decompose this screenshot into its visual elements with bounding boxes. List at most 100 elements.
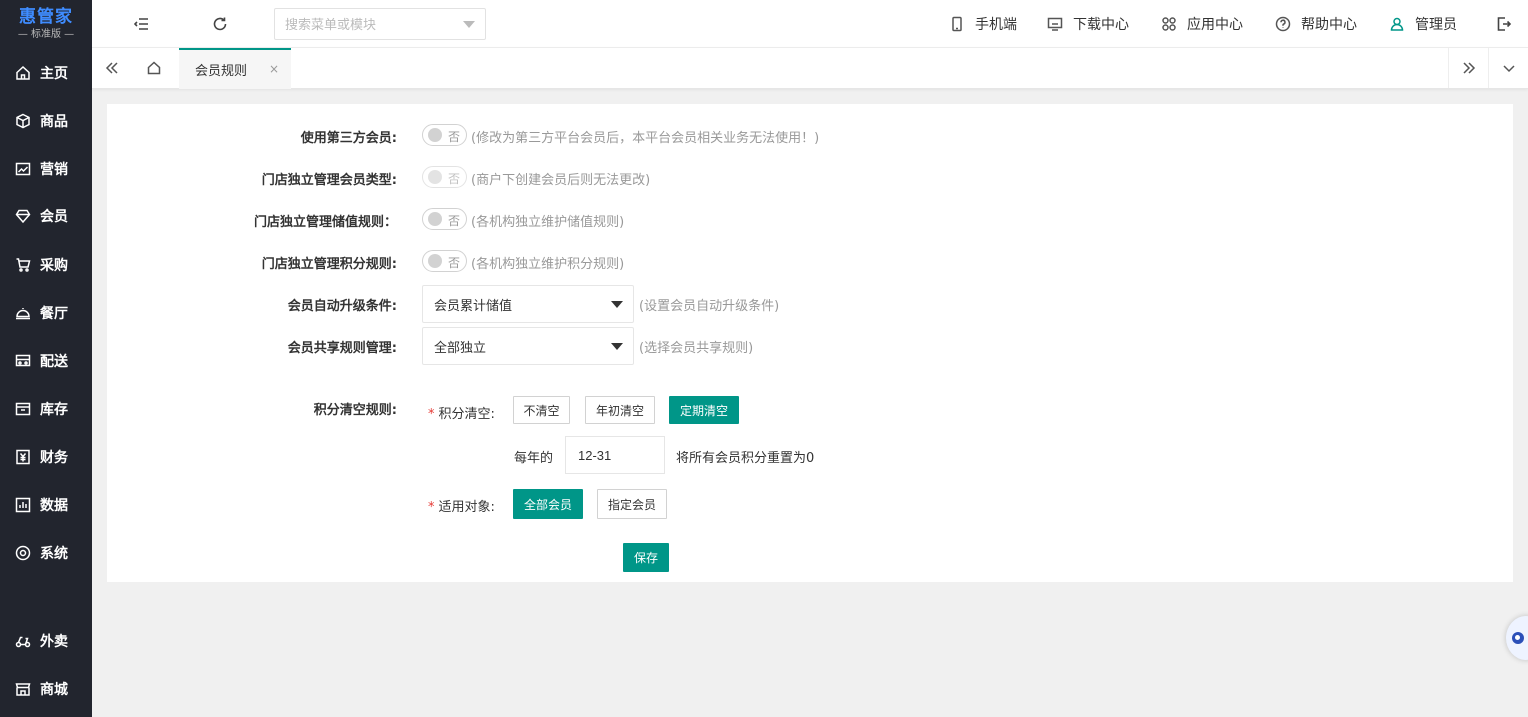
option-year-start-clear-button[interactable]: 年初清空 [585, 396, 655, 424]
user-menu[interactable]: 管理员 [1389, 14, 1457, 34]
download-center-link[interactable]: 下载中心 [1047, 14, 1129, 34]
sidebar-item-label: 会员 [40, 209, 68, 225]
diamond-icon [14, 207, 32, 225]
tabs-dropdown-icon[interactable] [1488, 48, 1528, 88]
store-points-label: 门店独立管理积分规则: [261, 257, 397, 272]
store-points-switch[interactable]: 否 [422, 250, 467, 272]
sidebar-item-member[interactable]: 会员 [0, 196, 92, 236]
tab-label: 会员规则 [195, 64, 248, 79]
sidebar-item-label: 餐厅 [40, 306, 68, 322]
target-icon [14, 544, 32, 562]
third-party-member-hint: (修改为第三方平台会员后，本平台会员相关业务无法使用！) [471, 131, 820, 146]
sidebar-item-system[interactable]: 系统 [0, 533, 92, 573]
store-points-hint: (各机构独立维护积分规则) [471, 257, 625, 272]
auto-upgrade-label: 会员自动升级条件: [287, 299, 397, 314]
sidebar-item-mall[interactable]: 商城 [0, 669, 92, 709]
target-text: 适用对象: [438, 500, 495, 515]
share-rules-select[interactable]: 全部独立 [422, 327, 634, 365]
target-specific-members-button[interactable]: 指定会员 [597, 489, 667, 519]
auto-upgrade-select[interactable]: 会员累计储值 [422, 285, 634, 323]
switch-knob [428, 170, 442, 184]
sidebar-item-home[interactable]: 主页 [0, 53, 92, 93]
chevron-down-icon [611, 343, 623, 350]
store-stored-value-label: 门店独立管理储值规则： [253, 215, 397, 230]
share-rules-hint: (选择会员共享规则) [639, 341, 754, 356]
sidebar-item-goods[interactable]: 商品 [0, 101, 92, 141]
switch-knob [428, 128, 442, 142]
money-icon [14, 448, 32, 466]
switch-text: 否 [448, 172, 461, 186]
sidebar-item-label: 主页 [40, 66, 68, 82]
sidebar-item-label: 库存 [40, 402, 68, 418]
mobile-link[interactable]: 手机端 [949, 14, 1017, 34]
third-party-member-label: 使用第三方会员: [300, 131, 397, 146]
switch-text: 否 [448, 214, 461, 228]
home-icon [14, 64, 32, 82]
option-periodic-clear-button[interactable]: 定期清空 [669, 396, 739, 424]
download-center-label: 下载中心 [1073, 17, 1129, 33]
sidebar-item-label: 数据 [40, 498, 68, 514]
sidebar-item-marketing[interactable]: 营销 [0, 149, 92, 189]
sidebar-item-takeout[interactable]: 外卖 [0, 621, 92, 661]
help-center-link[interactable]: 帮助中心 [1275, 14, 1357, 34]
box-icon [14, 400, 32, 418]
apps-grid-icon [1162, 17, 1176, 31]
third-party-member-switch[interactable]: 否 [422, 124, 467, 146]
sidebar-item-data[interactable]: 数据 [0, 485, 92, 525]
sidebar-item-label: 采购 [40, 258, 68, 274]
tabs-scroll-left-icon[interactable] [92, 48, 132, 88]
app-logo[interactable]: 惠管家 — 标准版 — [0, 0, 92, 48]
mobile-link-label: 手机端 [975, 17, 1017, 33]
tabs-bar: 会员规则 × [92, 48, 1528, 89]
refresh-icon[interactable] [210, 14, 230, 34]
store-stored-value-switch[interactable]: 否 [422, 208, 467, 230]
share-rules-label: 会员共享规则管理: [287, 341, 397, 356]
auto-upgrade-selected: 会员累计储值 [434, 298, 513, 314]
store-icon [14, 680, 32, 698]
switch-text: 否 [448, 130, 461, 144]
cart-icon [14, 256, 32, 274]
tab-member-rules[interactable]: 会员规则 × [179, 48, 291, 89]
close-icon[interactable]: × [269, 62, 279, 76]
menu-search[interactable] [274, 8, 486, 40]
store-member-type-switch: 否 [422, 166, 467, 188]
logout-icon[interactable] [1494, 14, 1514, 34]
sidebar-item-label: 财务 [40, 450, 68, 466]
bar-chart-icon [14, 496, 32, 514]
sidebar-item-delivery[interactable]: 配送 [0, 341, 92, 381]
home-tab-icon[interactable] [134, 48, 174, 88]
sidebar-item-restaurant[interactable]: 餐厅 [0, 293, 92, 333]
sidebar-item-purchase[interactable]: 采购 [0, 245, 92, 285]
top-bar: 手机端 下载中心 应用中心 帮助中心 管理员 [92, 0, 1528, 48]
required-mark: * [428, 407, 435, 422]
help-center-label: 帮助中心 [1301, 17, 1357, 33]
target-sublabel: * 适用对象: [428, 496, 495, 515]
sidebar-item-inventory[interactable]: 库存 [0, 389, 92, 429]
app-center-link[interactable]: 应用中心 [1161, 14, 1243, 34]
store-stored-value-hint: (各机构独立维护储值规则) [471, 215, 625, 230]
chevron-down-icon [463, 20, 475, 28]
points-clear-sublabel: * 积分清空: [428, 403, 495, 422]
sidebar-item-finance[interactable]: 财务 [0, 437, 92, 477]
tabs-scroll-right-icon[interactable] [1448, 48, 1488, 88]
collapse-menu-icon[interactable] [132, 14, 152, 34]
assistant-robot-icon[interactable] [1506, 616, 1528, 660]
clear-date-input[interactable] [565, 436, 665, 474]
sidebar-item-label: 外卖 [40, 634, 68, 650]
option-no-clear-button[interactable]: 不清空 [513, 396, 570, 424]
sidebar-item-label: 配送 [40, 354, 68, 370]
switch-knob [428, 254, 442, 268]
target-all-members-button[interactable]: 全部会员 [513, 489, 583, 519]
switch-knob [428, 212, 442, 226]
save-button[interactable]: 保存 [623, 543, 669, 572]
store-member-type-label: 门店独立管理会员类型: [261, 173, 397, 188]
help-icon [1275, 16, 1291, 32]
user-avatar-icon [1390, 17, 1404, 31]
switch-text: 否 [448, 256, 461, 270]
scooter-icon [14, 632, 32, 650]
menu-search-input[interactable] [285, 16, 463, 32]
points-clear-rule-label: 积分清空规则: [313, 403, 397, 418]
chevron-down-icon [611, 301, 623, 308]
logo-main-text: 惠管家 [19, 7, 73, 27]
share-rules-selected: 全部独立 [434, 340, 487, 356]
